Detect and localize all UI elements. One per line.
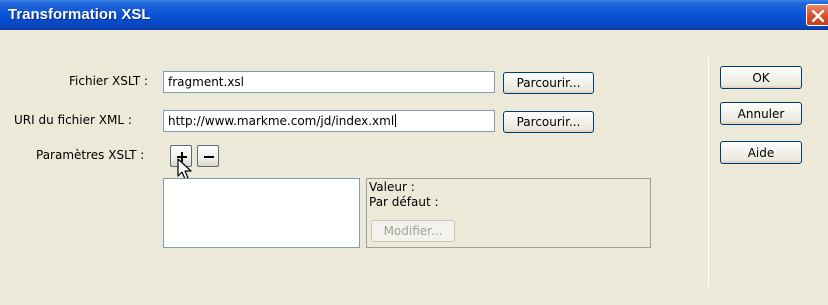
params-listbox[interactable] [163,178,360,248]
remove-param-button[interactable] [197,145,219,167]
value-label: Valeur : [369,180,415,194]
xslt-browse-button[interactable]: Parcourir... [503,72,594,94]
xml-browse-button[interactable]: Parcourir... [503,111,594,133]
modify-button[interactable]: Modifier... [371,220,455,242]
help-button[interactable]: Aide [720,141,802,164]
close-icon [812,10,824,22]
window-title: Transformation XSL [8,6,151,23]
param-details-group: Valeur : Par défaut : Modifier... [366,178,651,248]
minus-icon [204,156,214,158]
xslt-params-label: Paramètres XSLT : [36,148,145,162]
cancel-button[interactable]: Annuler [720,102,802,125]
dialog-body: Fichier XSLT : fragment.xsl Parcourir...… [0,31,828,305]
title-bar[interactable]: Transformation XSL [0,0,828,30]
close-button[interactable] [806,4,828,26]
vertical-separator [708,57,709,287]
xml-uri-value: http://www.markme.com/jd/index.xml [168,114,395,128]
text-caret [395,114,397,127]
xml-uri-input[interactable]: http://www.markme.com/jd/index.xml [163,110,495,132]
xslt-file-value: fragment.xsl [168,75,245,89]
ok-button[interactable]: OK [720,66,802,89]
xslt-file-label: Fichier XSLT : [69,74,149,88]
xslt-file-input[interactable]: fragment.xsl [163,71,495,93]
xml-uri-label: URI du fichier XML : [14,113,132,127]
default-label: Par défaut : [369,195,439,209]
